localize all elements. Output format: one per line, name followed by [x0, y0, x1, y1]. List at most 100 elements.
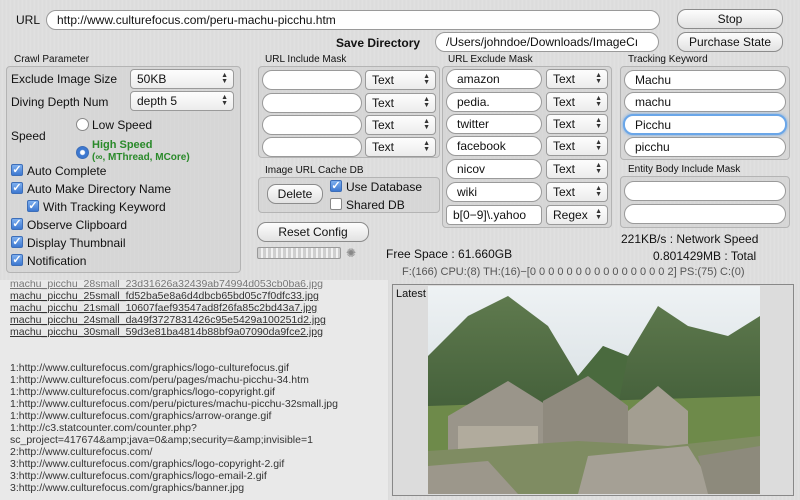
exclude-image-size-select[interactable]: 50KB ▲ ▼: [130, 69, 234, 89]
stepper-icon: ▲ ▼: [595, 72, 602, 85]
exclude-mask-input-2[interactable]: pedia.: [446, 92, 542, 112]
stepper-icon: ▲ ▼: [595, 139, 602, 152]
stepper-icon: ▲ ▼: [423, 73, 430, 86]
exclude-mask-input-5[interactable]: nicov: [446, 159, 542, 179]
url-input[interactable]: http://www.culturefocus.com/peru-machu-p…: [46, 10, 660, 30]
use-database-checkbox[interactable]: ✓: [330, 180, 342, 192]
with-tracking-keyword-checkbox[interactable]: ✓: [27, 200, 39, 212]
downloaded-file[interactable]: machu_picchu_30small_59d3e81ba4814b88bf9…: [10, 326, 388, 338]
include-mask-type-2[interactable]: Text ▲ ▼: [365, 93, 436, 113]
link-entry: 1:http://www.culturefocus.com/graphics/a…: [10, 410, 272, 422]
save-directory-input[interactable]: /Users/johndoe/Downloads/ImageCı: [435, 32, 659, 52]
exclude-mask-type-6[interactable]: Text ▲ ▼: [546, 182, 608, 202]
exclude-mask-type-3[interactable]: Text ▲ ▼: [546, 114, 608, 134]
notification-label: Notification: [27, 254, 87, 268]
display-thumbnail-label: Display Thumbnail: [27, 236, 126, 250]
entity-mask-input-2[interactable]: [624, 204, 786, 224]
diving-depth-label: Diving Depth Num: [11, 95, 109, 109]
include-mask-type-1[interactable]: Text ▲ ▼: [365, 70, 436, 90]
include-mask-type-3[interactable]: Text ▲ ▼: [365, 115, 436, 135]
purchase-state-button[interactable]: Purchase State: [677, 32, 783, 52]
network-speed-text: 221KB/s : Network Speed: [621, 232, 759, 246]
link-entry: 1:http://c3.statcounter.com/counter.php?: [10, 422, 197, 434]
diving-depth-select[interactable]: depth 5 ▲ ▼: [130, 91, 234, 111]
auto-complete-checkbox[interactable]: ✓: [11, 164, 23, 176]
speed-label: Speed: [11, 129, 46, 143]
link-entry: sc_project=417674&amp;java=0&amp;securit…: [10, 434, 313, 446]
include-mask-input-4[interactable]: [262, 137, 362, 157]
stepper-icon: ▲ ▼: [423, 140, 430, 153]
reset-config-button[interactable]: Reset Config: [257, 222, 369, 242]
exclude-mask-type-2[interactable]: Text ▲ ▼: [546, 92, 608, 112]
link-entry: 1:http://www.culturefocus.com/peru/pictu…: [10, 398, 338, 410]
shared-db-checkbox[interactable]: [330, 198, 342, 210]
exclude-mask-input-6[interactable]: wiki: [446, 182, 542, 202]
observe-clipboard-label: Observe Clipboard: [27, 218, 128, 232]
tracking-keyword-input-2[interactable]: machu: [624, 92, 786, 112]
tracking-keyword-title: Tracking Keyword: [628, 54, 708, 65]
stepper-icon: ▲ ▼: [423, 118, 430, 131]
tracking-keyword-input-4[interactable]: picchu: [624, 137, 786, 157]
stepper-icon: ▲ ▼: [221, 72, 228, 85]
downloaded-file-partial[interactable]: machu_picchu_28small_23d31626a32439ab749…: [10, 280, 388, 290]
total-size-text: 0.801429MB : Total: [653, 249, 757, 263]
include-mask-input-1[interactable]: [262, 70, 362, 90]
exclude-mask-type-7[interactable]: Regex ▲ ▼: [546, 205, 608, 225]
spinner-icon: ✺: [346, 246, 357, 260]
exclude-mask-input-4[interactable]: facebook: [446, 136, 542, 156]
low-speed-label: Low Speed: [92, 118, 153, 132]
stepper-icon: ▲ ▼: [595, 208, 602, 221]
link-entry: 2:http://www.culturefocus.com/: [10, 446, 153, 458]
thread-status-text: F:(166) CPU:(8) TH:(16)−[0 0 0 0 0 0 0 0…: [402, 266, 745, 278]
stop-button[interactable]: Stop: [677, 9, 783, 29]
display-thumbnail-checkbox[interactable]: ✓: [11, 236, 23, 248]
cache-db-title: Image URL Cache DB: [265, 165, 364, 176]
stepper-icon: ▲ ▼: [595, 185, 602, 198]
delete-button[interactable]: Delete: [267, 184, 323, 204]
stepper-icon: ▲ ▼: [595, 117, 602, 130]
link-entry: 1:http://www.culturefocus.com/graphics/l…: [10, 386, 275, 398]
low-speed-radio[interactable]: [76, 118, 89, 131]
tracking-keyword-input-1[interactable]: Machu: [624, 70, 786, 90]
link-entry: 3:http://www.culturefocus.com/graphics/b…: [10, 482, 245, 494]
exclude-image-size-label: Exclude Image Size: [11, 72, 118, 86]
include-mask-title: URL Include Mask: [265, 54, 347, 65]
latest-thumbnail-image[interactable]: [428, 286, 760, 494]
stepper-icon: ▲ ▼: [221, 94, 228, 107]
include-mask-input-2[interactable]: [262, 93, 362, 113]
entity-mask-input-1[interactable]: [624, 181, 786, 201]
high-speed-label: High Speed: [92, 139, 153, 151]
entity-mask-title: Entity Body Include Mask: [628, 164, 741, 175]
downloaded-file[interactable]: machu_picchu_25small_fd52ba5e8a6d4dbcb65…: [10, 290, 388, 302]
exclude-mask-type-4[interactable]: Text ▲ ▼: [546, 136, 608, 156]
exclude-mask-type-1[interactable]: Text ▲ ▼: [546, 69, 608, 89]
exclude-mask-input-3[interactable]: twitter: [446, 114, 542, 134]
exclude-mask-type-5[interactable]: Text ▲ ▼: [546, 159, 608, 179]
downloaded-file[interactable]: machu_picchu_21small_10607faef93547ad8f2…: [10, 302, 388, 314]
stepper-icon: ▲ ▼: [595, 162, 602, 175]
shared-db-label: Shared DB: [346, 198, 405, 212]
include-mask-input-3[interactable]: [262, 115, 362, 135]
high-speed-radio[interactable]: [76, 146, 89, 159]
downloaded-file[interactable]: machu_picchu_24small_da49f3727831426c95e…: [10, 314, 388, 326]
free-space-text: Free Space : 61.660GB: [386, 247, 513, 261]
observe-clipboard-checkbox[interactable]: ✓: [11, 218, 23, 230]
link-entry: 3:http://www.culturefocus.com/graphics/l…: [10, 458, 285, 470]
crawl-parameter-title: Crawl Parameter: [14, 54, 90, 65]
auto-make-directory-label: Auto Make Directory Name: [27, 182, 172, 196]
save-directory-label: Save Directory: [336, 36, 421, 50]
high-speed-note: (∞, MThread, MCore): [92, 152, 190, 163]
exclude-mask-input-1[interactable]: amazon: [446, 69, 542, 89]
auto-make-directory-checkbox[interactable]: ✓: [11, 182, 23, 194]
download-log[interactable]: machu_picchu_28small_23d31626a32439ab749…: [0, 280, 388, 500]
exclude-mask-title: URL Exclude Mask: [448, 54, 533, 65]
include-mask-type-4[interactable]: Text ▲ ▼: [365, 137, 436, 157]
with-tracking-keyword-label: With Tracking Keyword: [43, 200, 166, 214]
stepper-icon: ▲ ▼: [423, 96, 430, 109]
link-entry: 1:http://www.culturefocus.com/graphics/l…: [10, 362, 289, 374]
tracking-keyword-input-3[interactable]: Picchu: [623, 114, 787, 135]
exclude-mask-input-7[interactable]: b[0−9]\.yahoo: [446, 205, 542, 225]
progress-bar: [257, 247, 341, 259]
notification-checkbox[interactable]: ✓: [11, 254, 23, 266]
link-entry: 1:http://www.culturefocus.com/peru/pages…: [10, 374, 309, 386]
